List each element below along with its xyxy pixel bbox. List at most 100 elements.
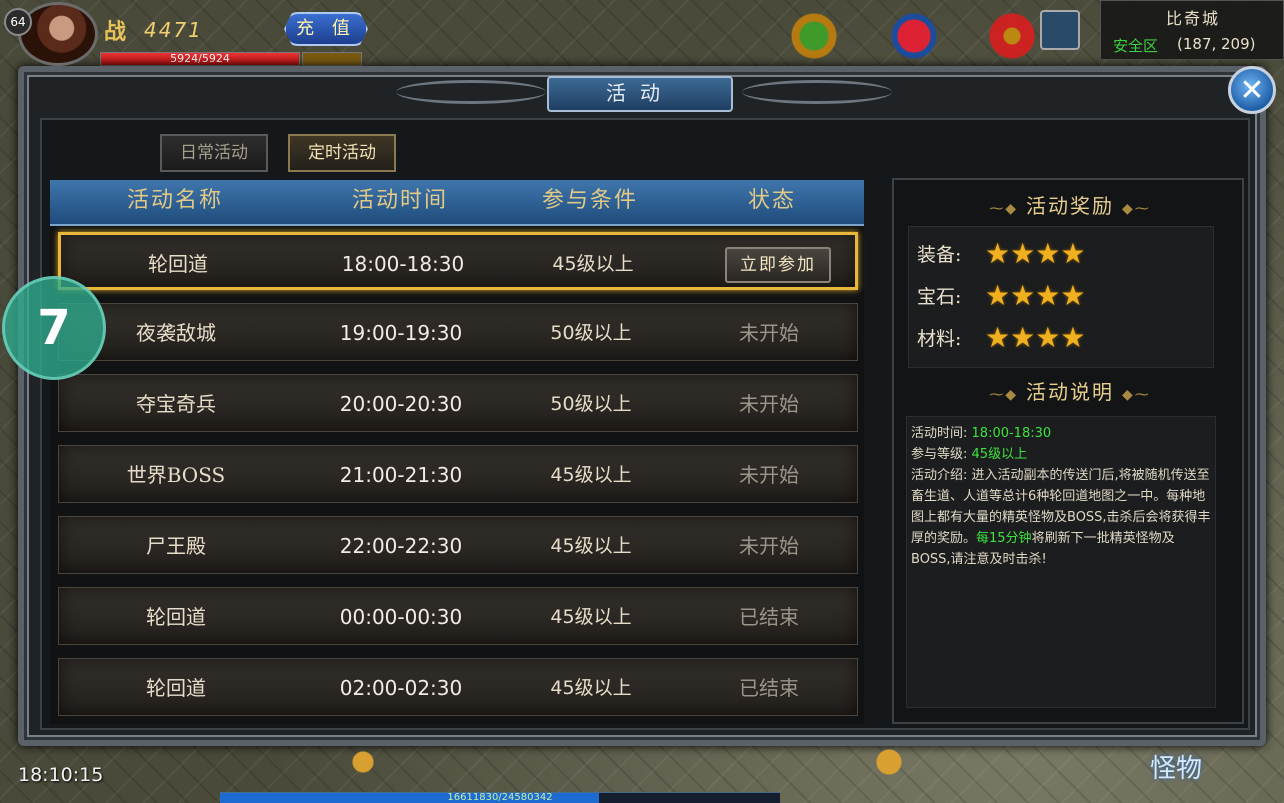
table-row[interactable]: 轮回道 18:00-18:30 45级以上 立即参加 [58,232,858,290]
reward-label: 宝石: [917,285,962,308]
star-icon: ★ [1060,278,1086,312]
activity-level: 50级以上 [550,393,632,415]
activity-status: 未开始 [739,534,799,558]
hp-text: 5924/5924 [170,52,230,65]
col-header-condition: 参与条件 [541,188,638,213]
trophy-icon[interactable] [340,742,386,782]
ornament-left-icon: ⁓◆ [989,201,1018,217]
close-icon: ✕ [1239,72,1265,108]
star-icon: ★ [1035,320,1061,354]
reward-row-gem: 宝石: ★★★★ [917,275,1085,315]
desc-intro-highlight: 每15分钟 [976,531,1032,546]
tab-timed[interactable]: 定时活动 [288,134,396,172]
activity-status: 未开始 [739,463,799,487]
desc-time-label: 活动时间: [911,426,968,441]
table-row[interactable]: 夺宝奇兵 20:00-20:30 50级以上 未开始 [58,374,858,432]
reward-label: 装备: [917,243,962,266]
activity-time: 21:00-21:30 [339,463,463,487]
star-icon: ★ [1035,278,1061,312]
activity-name: 轮回道 [146,676,206,700]
rewards-title-text: 活动奖励 [1026,194,1114,218]
activity-time: 20:00-20:30 [339,392,463,416]
dialog-body: 日常活动 定时活动 活动名称 活动时间 参与条件 状态 轮回道 18:00-18… [40,118,1250,730]
activity-time: 18:00-18:30 [341,252,465,276]
activity-level: 50级以上 [550,322,632,344]
reward-label: 材料: [917,327,962,350]
description-title: ⁓◆ 活动说明 ◆⁓ [894,376,1246,405]
coordinates: (187, 209) [1177,35,1256,53]
activity-status: 已结束 [739,676,799,700]
clock: 18:10:15 [18,764,104,786]
activity-name: 尸王殿 [146,534,206,558]
activity-name: 世界BOSS [126,463,226,487]
hp-bar: 5924/5924 [100,52,300,66]
floating-assist-button[interactable]: 7 [2,276,106,380]
player-avatar[interactable] [18,2,98,66]
activity-status: 未开始 [739,392,799,416]
power-value: 4471 [144,18,203,42]
star-icon: ★ [1010,236,1036,270]
table-row[interactable]: 轮回道 00:00-00:30 45级以上 已结束 [58,587,858,645]
tab-daily[interactable]: 日常活动 [160,134,268,172]
star-icon: ★ [985,278,1011,312]
desc-intro: 活动介绍: 进入活动副本的传送门后,将被随机传送至畜生道、人道等总计6种轮回道地… [911,465,1211,570]
reward-row-equipment: 装备: ★★★★ [917,233,1085,273]
activity-time: 02:00-02:30 [339,676,463,700]
activity-name: 轮回道 [148,252,208,276]
star-icon: ★ [1010,278,1036,312]
ornament-left-icon: ⁓◆ [989,387,1018,403]
dialog-title: 活动 [547,76,733,112]
top-hud: 64 战 4471 充 值 5924/5924 比奇城 安全区 (187, 20… [0,0,1284,70]
title-ornament-right [742,80,892,104]
map-name: 比奇城 [1165,9,1220,28]
mp-bar [302,52,362,66]
activity-dialog: 活动 ✕ 日常活动 定时活动 活动名称 活动时间 参与条件 状态 轮回道 18:… [18,66,1276,746]
reward-stars: ★★★★ [985,279,1085,312]
activity-time: 22:00-22:30 [339,534,463,558]
book-icon[interactable] [1040,10,1080,50]
level-badge: 64 [4,8,32,36]
activity-level: 45级以上 [552,253,634,275]
monster-button[interactable]: 怪物 [1150,748,1202,785]
minimap-panel[interactable]: 比奇城 安全区 (187, 209) [1100,0,1284,60]
ornament-right-icon: ◆⁓ [1122,201,1151,217]
treasure-bag-icon[interactable] [980,4,1044,68]
join-now-button[interactable]: 立即参加 [725,247,831,283]
power-icon: 战 [104,19,127,45]
activity-status: 未开始 [739,321,799,345]
activity-detail-panel: ⁓◆ 活动奖励 ◆⁓ 装备: ★★★★ 宝石: ★★★★ 材料: ★★★★ ⁓◆ 活动… [892,178,1244,724]
dragon-egg-icon[interactable] [782,4,846,68]
star-icon: ★ [985,236,1011,270]
close-button[interactable]: ✕ [1228,66,1276,114]
skill-icon[interactable] [866,742,912,782]
activity-name: 夺宝奇兵 [136,392,216,416]
activity-level: 45级以上 [550,464,632,486]
table-row[interactable]: 尸王殿 22:00-22:30 45级以上 未开始 [58,516,858,574]
activity-time: 19:00-19:30 [339,321,463,345]
col-header-time: 活动时间 [351,188,448,213]
table-row[interactable]: 轮回道 02:00-02:30 45级以上 已结束 [58,658,858,716]
recharge-button[interactable]: 充 值 [284,12,368,46]
activity-status: 已结束 [739,605,799,629]
table-header: 活动名称 活动时间 参与条件 状态 [50,180,864,226]
table-row[interactable]: 世界BOSS 21:00-21:30 45级以上 未开始 [58,445,858,503]
activity-table: 活动名称 活动时间 参与条件 状态 轮回道 18:00-18:30 45级以上 … [50,180,864,724]
star-icon: ★ [1060,236,1086,270]
description-box: 活动时间: 18:00-18:30 参与等级: 45级以上 活动介绍: 进入活动… [906,416,1216,708]
reward-stars: ★★★★ [985,321,1085,354]
rewards-box: 装备: ★★★★ 宝石: ★★★★ 材料: ★★★★ [908,226,1214,368]
activity-level: 45级以上 [550,535,632,557]
desc-level-label: 参与等级: [911,447,968,462]
table-row[interactable]: 夜袭敌城 19:00-19:30 50级以上 未开始 [58,303,858,361]
desc-level-value: 45级以上 [971,447,1028,462]
title-ornament-left [396,80,546,104]
desc-time-value: 18:00-18:30 [971,426,1052,441]
ornament-right-icon: ◆⁓ [1122,387,1151,403]
col-header-status: 状态 [747,188,796,213]
star-icon: ★ [1060,320,1086,354]
activity-level: 45级以上 [550,606,632,628]
reward-stars: ★★★★ [985,237,1085,270]
gift-bag-icon[interactable] [882,4,946,68]
desc-level-line: 参与等级: 45级以上 [911,444,1211,465]
activity-time: 00:00-00:30 [339,605,463,629]
